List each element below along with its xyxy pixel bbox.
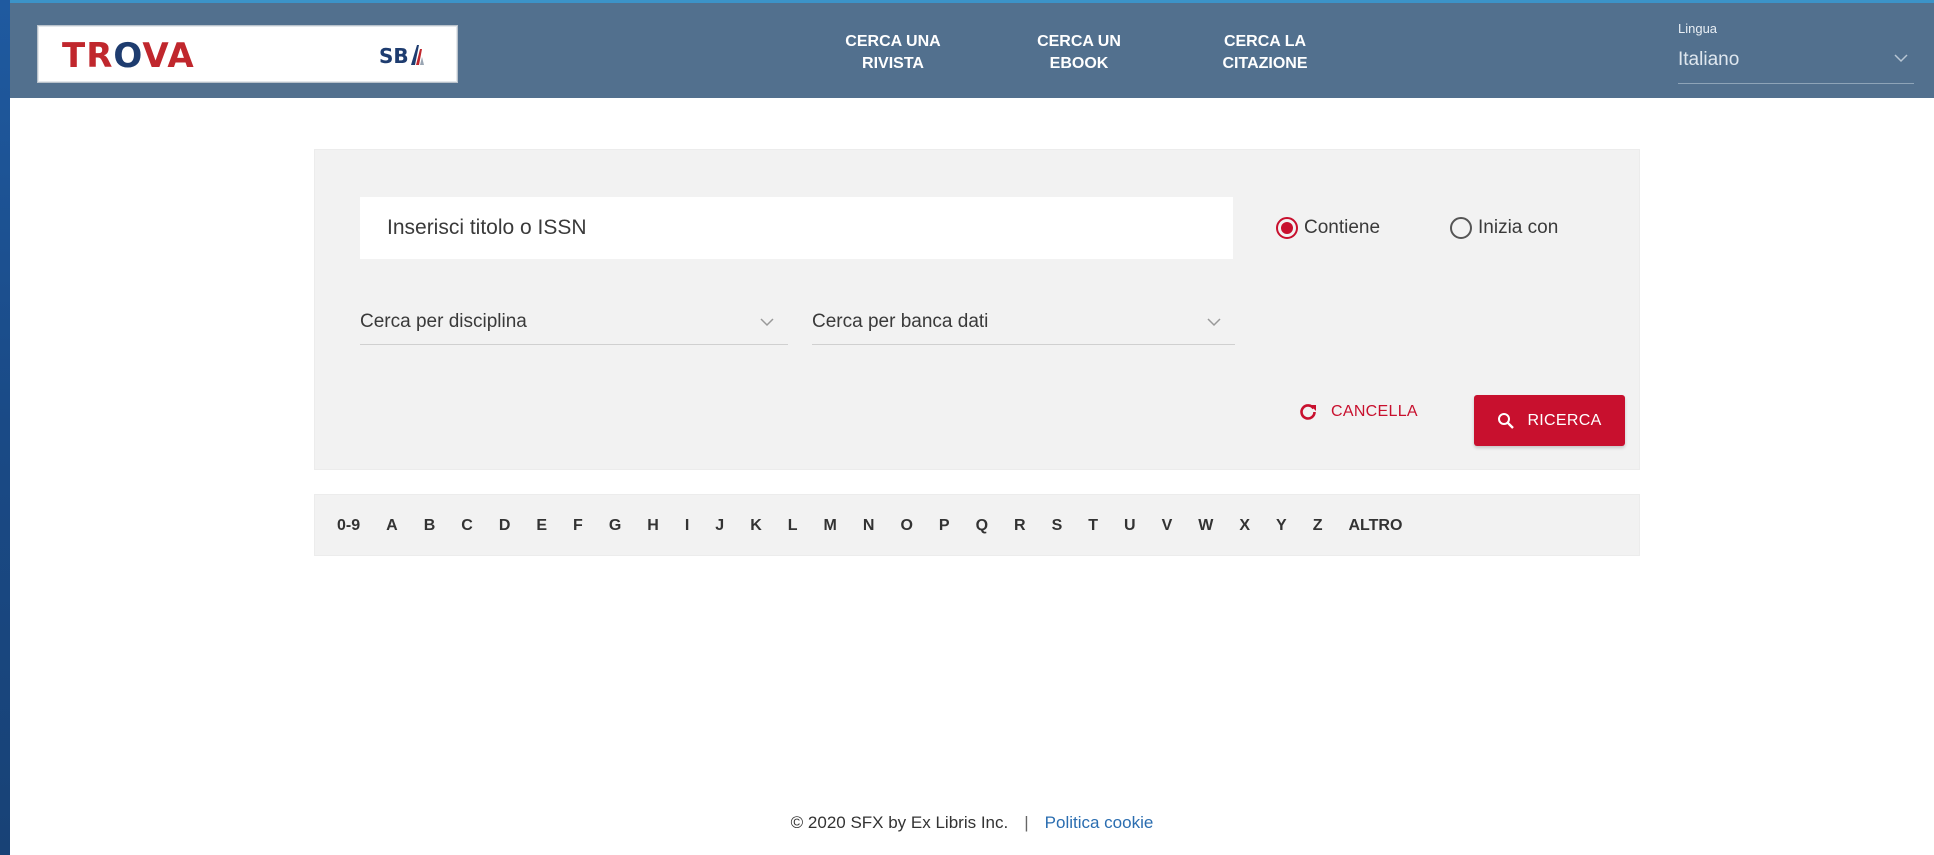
search-panel: Contiene Inizia con Cerca per disciplina… bbox=[314, 149, 1640, 470]
language-label: Lingua bbox=[1678, 21, 1718, 36]
discipline-select-label: Cerca per disciplina bbox=[360, 311, 527, 332]
alphabet-item[interactable]: F bbox=[573, 517, 583, 535]
search-button[interactable]: RICERCA bbox=[1474, 395, 1625, 446]
sba-logo-mark-icon bbox=[410, 45, 424, 65]
alphabet-item[interactable]: A bbox=[386, 517, 398, 535]
cancel-button[interactable]: CANCELLA bbox=[1299, 396, 1418, 428]
alphabet-item[interactable]: D bbox=[499, 517, 511, 535]
radio-unselected-icon bbox=[1450, 217, 1472, 239]
language-select[interactable]: Lingua Italiano bbox=[1678, 21, 1914, 85]
trova-logo-text: TROVA bbox=[62, 36, 195, 76]
alphabet-item[interactable]: S bbox=[1052, 517, 1063, 535]
radio-inizia-con[interactable]: Inizia con bbox=[1450, 214, 1558, 242]
alphabet-item[interactable]: Y bbox=[1276, 517, 1287, 535]
footer-separator: | bbox=[1024, 813, 1029, 832]
nav-cerca-rivista-line1: CERCA UNA bbox=[845, 33, 941, 50]
alphabet-item[interactable]: E bbox=[536, 517, 547, 535]
nav-cerca-ebook[interactable]: CERCA UN EBOOK bbox=[1019, 31, 1139, 75]
cookie-policy-link[interactable]: Politica cookie bbox=[1045, 813, 1154, 832]
alphabet-item[interactable]: Q bbox=[976, 517, 988, 535]
alphabet-item[interactable]: U bbox=[1124, 517, 1136, 535]
alphabet-list: 0-9 A B C D E F G H I J K L M N O P Q R S T U V W X Y Z ALTRO bbox=[337, 495, 1402, 557]
alphabet-item[interactable]: 0-9 bbox=[337, 517, 360, 535]
alphabet-item[interactable]: K bbox=[750, 517, 762, 535]
top-header: TROVA SB CERCA UNA RIVISTA CERCA UN EBOO… bbox=[10, 0, 1934, 98]
alphabet-item[interactable]: J bbox=[715, 517, 724, 535]
nav-cerca-ebook-line1: CERCA UN bbox=[1037, 33, 1121, 50]
footer: © 2020 SFX by Ex Libris Inc. | Politica co… bbox=[10, 813, 1934, 839]
language-underline bbox=[1678, 83, 1914, 84]
alphabet-item[interactable]: V bbox=[1162, 517, 1173, 535]
alphabet-item[interactable]: N bbox=[863, 517, 875, 535]
alphabet-item[interactable]: P bbox=[939, 517, 950, 535]
page: TROVA SB CERCA UNA RIVISTA CERCA UN EBOO… bbox=[10, 0, 1934, 855]
database-select-label: Cerca per banca dati bbox=[812, 311, 989, 332]
alphabet-item[interactable]: M bbox=[824, 517, 837, 535]
search-icon bbox=[1498, 412, 1515, 429]
alphabet-item[interactable]: G bbox=[609, 517, 621, 535]
window-frame: TROVA SB CERCA UNA RIVISTA CERCA UN EBOO… bbox=[0, 0, 1934, 855]
search-input[interactable] bbox=[360, 197, 1233, 259]
chevron-down-icon bbox=[760, 318, 774, 327]
language-value: Italiano bbox=[1678, 49, 1740, 70]
sba-logo: SB bbox=[379, 44, 425, 68]
alphabet-item[interactable]: H bbox=[647, 517, 659, 535]
radio-inizia-con-label: Inizia con bbox=[1478, 217, 1559, 238]
alphabet-item[interactable]: W bbox=[1198, 517, 1213, 535]
nav-cerca-citazione[interactable]: CERCA LA CITAZIONE bbox=[1200, 31, 1330, 75]
alphabet-item[interactable]: I bbox=[685, 517, 689, 535]
refresh-icon bbox=[1300, 404, 1316, 420]
nav-cerca-citazione-line1: CERCA LA bbox=[1223, 33, 1307, 50]
radio-contiene-label: Contiene bbox=[1304, 217, 1381, 238]
alphabet-item[interactable]: R bbox=[1014, 517, 1026, 535]
cancel-button-label: CANCELLA bbox=[1331, 403, 1418, 420]
alphabet-item[interactable]: ALTRO bbox=[1349, 517, 1403, 535]
radio-selected-icon bbox=[1276, 217, 1298, 239]
radio-contiene[interactable]: Contiene bbox=[1276, 214, 1380, 242]
database-select[interactable]: Cerca per banca dati bbox=[812, 305, 1235, 345]
search-button-label: RICERCA bbox=[1527, 411, 1602, 429]
alphabet-item[interactable]: T bbox=[1088, 517, 1098, 535]
alphabet-item[interactable]: B bbox=[424, 517, 436, 535]
trova-logo[interactable]: TROVA SB bbox=[37, 25, 458, 83]
alphabet-item[interactable]: C bbox=[461, 517, 473, 535]
nav-cerca-citazione-line2: CITAZIONE bbox=[1222, 55, 1308, 72]
nav-cerca-rivista-line2: RIVISTA bbox=[862, 55, 924, 72]
discipline-select[interactable]: Cerca per disciplina bbox=[360, 305, 788, 345]
nav-cerca-ebook-line2: EBOOK bbox=[1049, 55, 1109, 72]
nav-cerca-rivista[interactable]: CERCA UNA RIVISTA bbox=[828, 31, 958, 75]
alphabet-item[interactable]: L bbox=[788, 517, 798, 535]
alphabet-bar: 0-9 A B C D E F G H I J K L M N O P Q R S T U V W X Y Z ALTRO bbox=[314, 494, 1640, 556]
chevron-down-icon bbox=[1207, 318, 1221, 327]
alphabet-item[interactable]: O bbox=[900, 517, 912, 535]
alphabet-item[interactable]: X bbox=[1239, 517, 1250, 535]
chevron-down-icon bbox=[1894, 54, 1908, 63]
footer-copyright: © 2020 SFX by Ex Libris Inc. bbox=[790, 813, 1009, 832]
alphabet-item[interactable]: Z bbox=[1313, 517, 1323, 535]
